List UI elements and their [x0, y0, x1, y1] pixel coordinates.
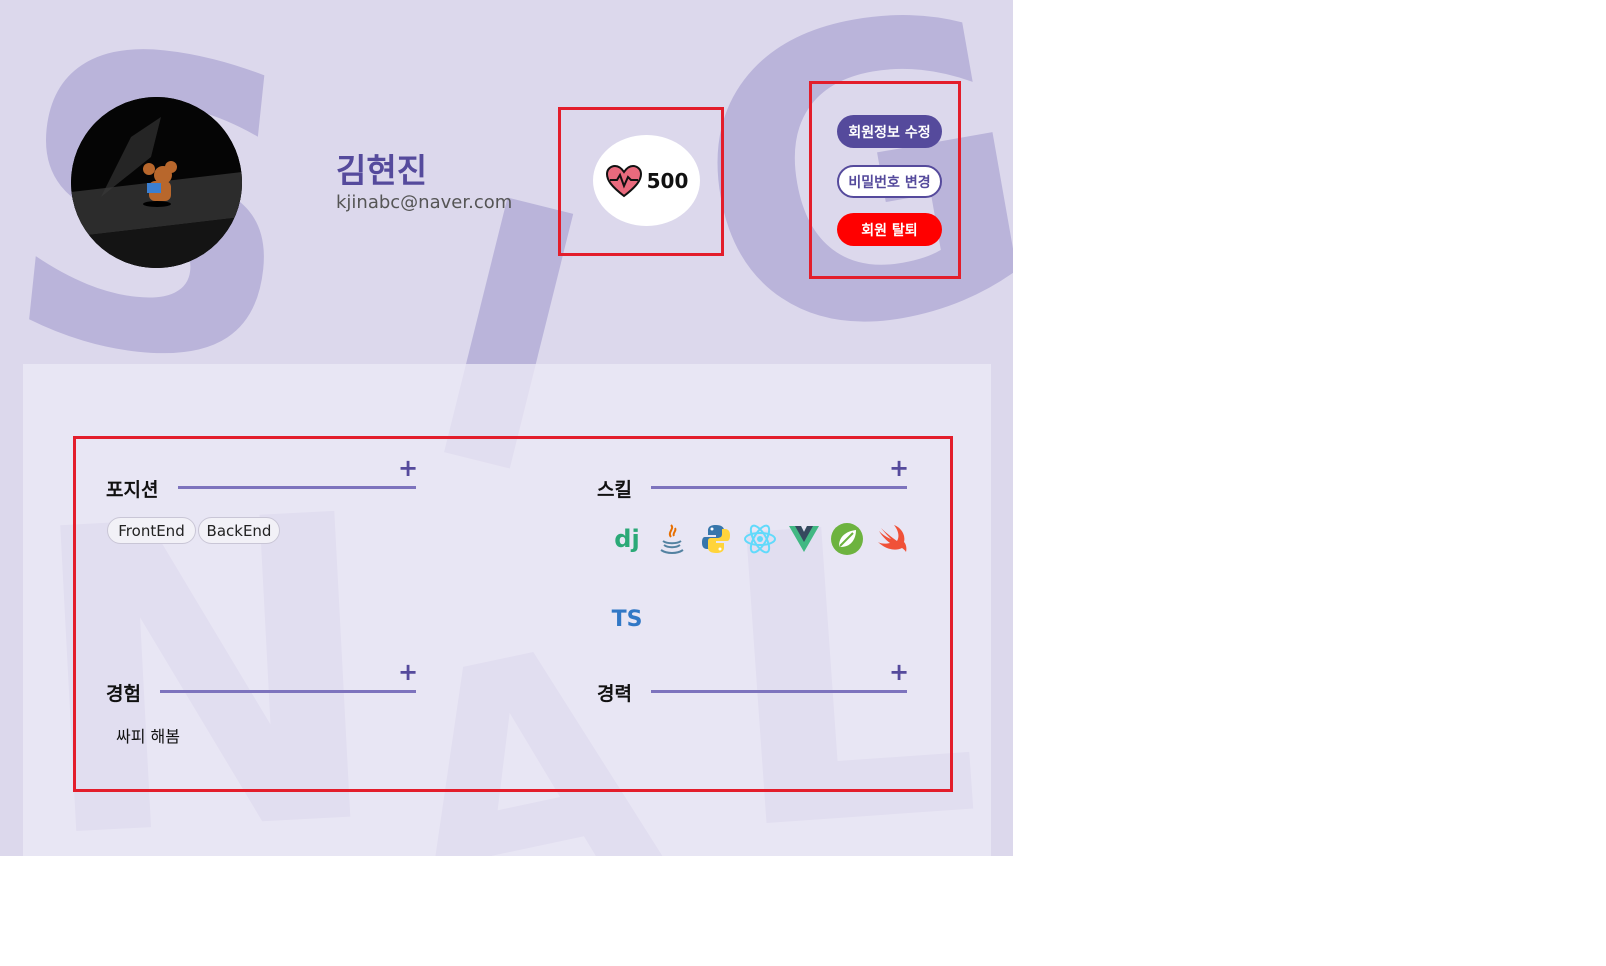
avatar[interactable] — [71, 97, 242, 268]
experience-divider — [160, 690, 416, 693]
vue-icon — [787, 522, 821, 556]
skill-divider — [651, 486, 907, 489]
typescript-label: TS — [611, 606, 643, 632]
career-divider — [651, 690, 907, 693]
edit-profile-button[interactable]: 회원정보 수정 — [837, 115, 942, 148]
python-icon — [699, 522, 733, 556]
experience-item: 싸피 해봄 — [116, 727, 180, 746]
skill-title: 스킬 — [597, 479, 632, 501]
points-value: 500 — [646, 168, 689, 193]
react-icon — [743, 522, 777, 556]
position-title: 포지션 — [106, 479, 159, 501]
django-icon: dj — [610, 522, 644, 556]
experience-title: 경험 — [106, 683, 141, 705]
skill-add-button[interactable]: + — [889, 456, 909, 480]
swift-icon — [875, 522, 909, 556]
sections-highlight-box — [73, 436, 953, 792]
profile-page: S I G N A L 김현진 kjinabc@naver.com 500 회원… — [0, 0, 1013, 856]
spring-icon — [830, 522, 864, 556]
position-chip-frontend: FrontEnd — [107, 517, 196, 544]
position-chip-backend: BackEnd — [198, 517, 280, 544]
change-password-button[interactable]: 비밀번호 변경 — [837, 165, 942, 198]
career-title: 경력 — [597, 683, 632, 705]
heart-pulse-icon — [605, 164, 642, 197]
typescript-icon: TS — [610, 602, 644, 636]
user-email: kjinabc@naver.com — [336, 192, 513, 213]
experience-add-button[interactable]: + — [398, 660, 418, 684]
career-add-button[interactable]: + — [889, 660, 909, 684]
user-name: 김현진 — [336, 151, 428, 190]
points-badge: 500 — [593, 135, 700, 226]
position-divider — [178, 486, 416, 489]
position-add-button[interactable]: + — [398, 456, 418, 480]
java-icon — [655, 522, 689, 556]
django-label: dj — [614, 525, 640, 553]
withdraw-button[interactable]: 회원 탈퇴 — [837, 213, 942, 246]
mouse-character-avatar-icon — [71, 97, 242, 268]
